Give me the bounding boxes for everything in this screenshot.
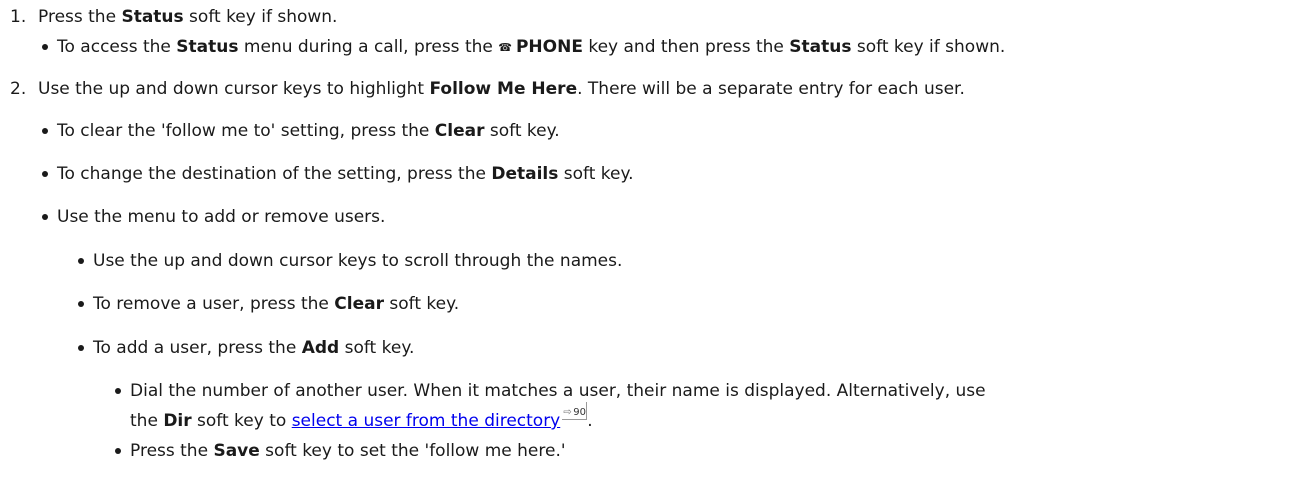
list-item: To add a user, press the Add soft key.	[93, 337, 414, 359]
text: menu during a call, press the	[238, 37, 499, 57]
text: . There will be a separate entry for eac…	[577, 79, 965, 99]
list-item: To change the destination of the setting…	[57, 163, 634, 185]
bullet-icon	[42, 44, 48, 50]
bullet-icon	[78, 301, 84, 307]
key-name: Add	[301, 338, 340, 358]
document: 1. Press the Status soft key if shown. T…	[0, 0, 1300, 483]
step-2: 2. Use the up and down cursor keys to hi…	[10, 78, 965, 100]
key-name: Status	[176, 37, 239, 57]
phone-icon: ☎	[498, 41, 512, 54]
page-reference[interactable]: ⇨ 90	[562, 402, 588, 420]
arrow-icon: ⇨	[563, 407, 572, 418]
step-1: 1. Press the Status soft key if shown.	[10, 6, 337, 28]
list-item-continuation: the Dir soft key to select a user from t…	[130, 402, 593, 432]
text: To access the	[57, 37, 177, 57]
list-item: Use the menu to add or remove users.	[57, 206, 385, 228]
text: Dial the number of another user. When it…	[130, 381, 986, 401]
key-name: Clear	[334, 294, 384, 314]
bullet-icon	[115, 388, 121, 394]
text: soft key if shown.	[851, 37, 1006, 57]
text: Press the	[38, 7, 122, 27]
text: soft key.	[383, 294, 460, 314]
bullet-icon	[78, 345, 84, 351]
page-number: 90	[573, 407, 586, 418]
list-item: To clear the 'follow me to' setting, pre…	[57, 120, 560, 142]
menu-option: Follow Me Here	[429, 79, 578, 99]
bullet-icon	[42, 214, 48, 220]
key-name: Status	[121, 7, 184, 27]
text: the	[130, 411, 164, 431]
text: To remove a user, press the	[93, 294, 335, 314]
key-name: Clear	[434, 121, 485, 141]
bullet-icon	[42, 128, 48, 134]
bullet-icon	[78, 258, 84, 264]
text: soft key.	[484, 121, 560, 141]
text: Press the	[130, 441, 214, 461]
key-name: Details	[491, 164, 559, 184]
text: soft key.	[339, 338, 415, 358]
key-name: PHONE	[515, 37, 583, 57]
text: Use the menu to add or remove users.	[57, 207, 386, 227]
text: soft key to set the 'follow me here.'	[259, 441, 566, 461]
text: soft key if shown.	[183, 7, 338, 27]
text: key and then press the	[582, 37, 790, 57]
bullet-icon	[115, 448, 121, 454]
step-number: 2.	[10, 79, 27, 99]
text: To add a user, press the	[93, 338, 302, 358]
key-name: Dir	[163, 411, 192, 431]
text: soft key.	[558, 164, 634, 184]
key-name: Status	[789, 37, 852, 57]
list-item: Use the up and down cursor keys to scrol…	[93, 250, 622, 272]
step-number: 1.	[10, 7, 27, 27]
text: soft key to	[191, 411, 292, 431]
text: To change the destination of the setting…	[57, 164, 492, 184]
key-name: Save	[213, 441, 260, 461]
list-item: To remove a user, press the Clear soft k…	[93, 293, 459, 315]
text: To clear the 'follow me to' setting, pre…	[57, 121, 435, 141]
list-item: Dial the number of another user. When it…	[130, 380, 986, 402]
text: Use the up and down cursor keys to scrol…	[93, 251, 623, 271]
list-item: Press the Save soft key to set the 'foll…	[130, 440, 566, 462]
text: .	[587, 411, 593, 431]
bullet-icon	[42, 171, 48, 177]
text: Use the up and down cursor keys to highl…	[38, 79, 430, 99]
directory-link[interactable]: select a user from the directory	[292, 411, 561, 431]
list-item: To access the Status menu during a call,…	[57, 36, 1005, 59]
